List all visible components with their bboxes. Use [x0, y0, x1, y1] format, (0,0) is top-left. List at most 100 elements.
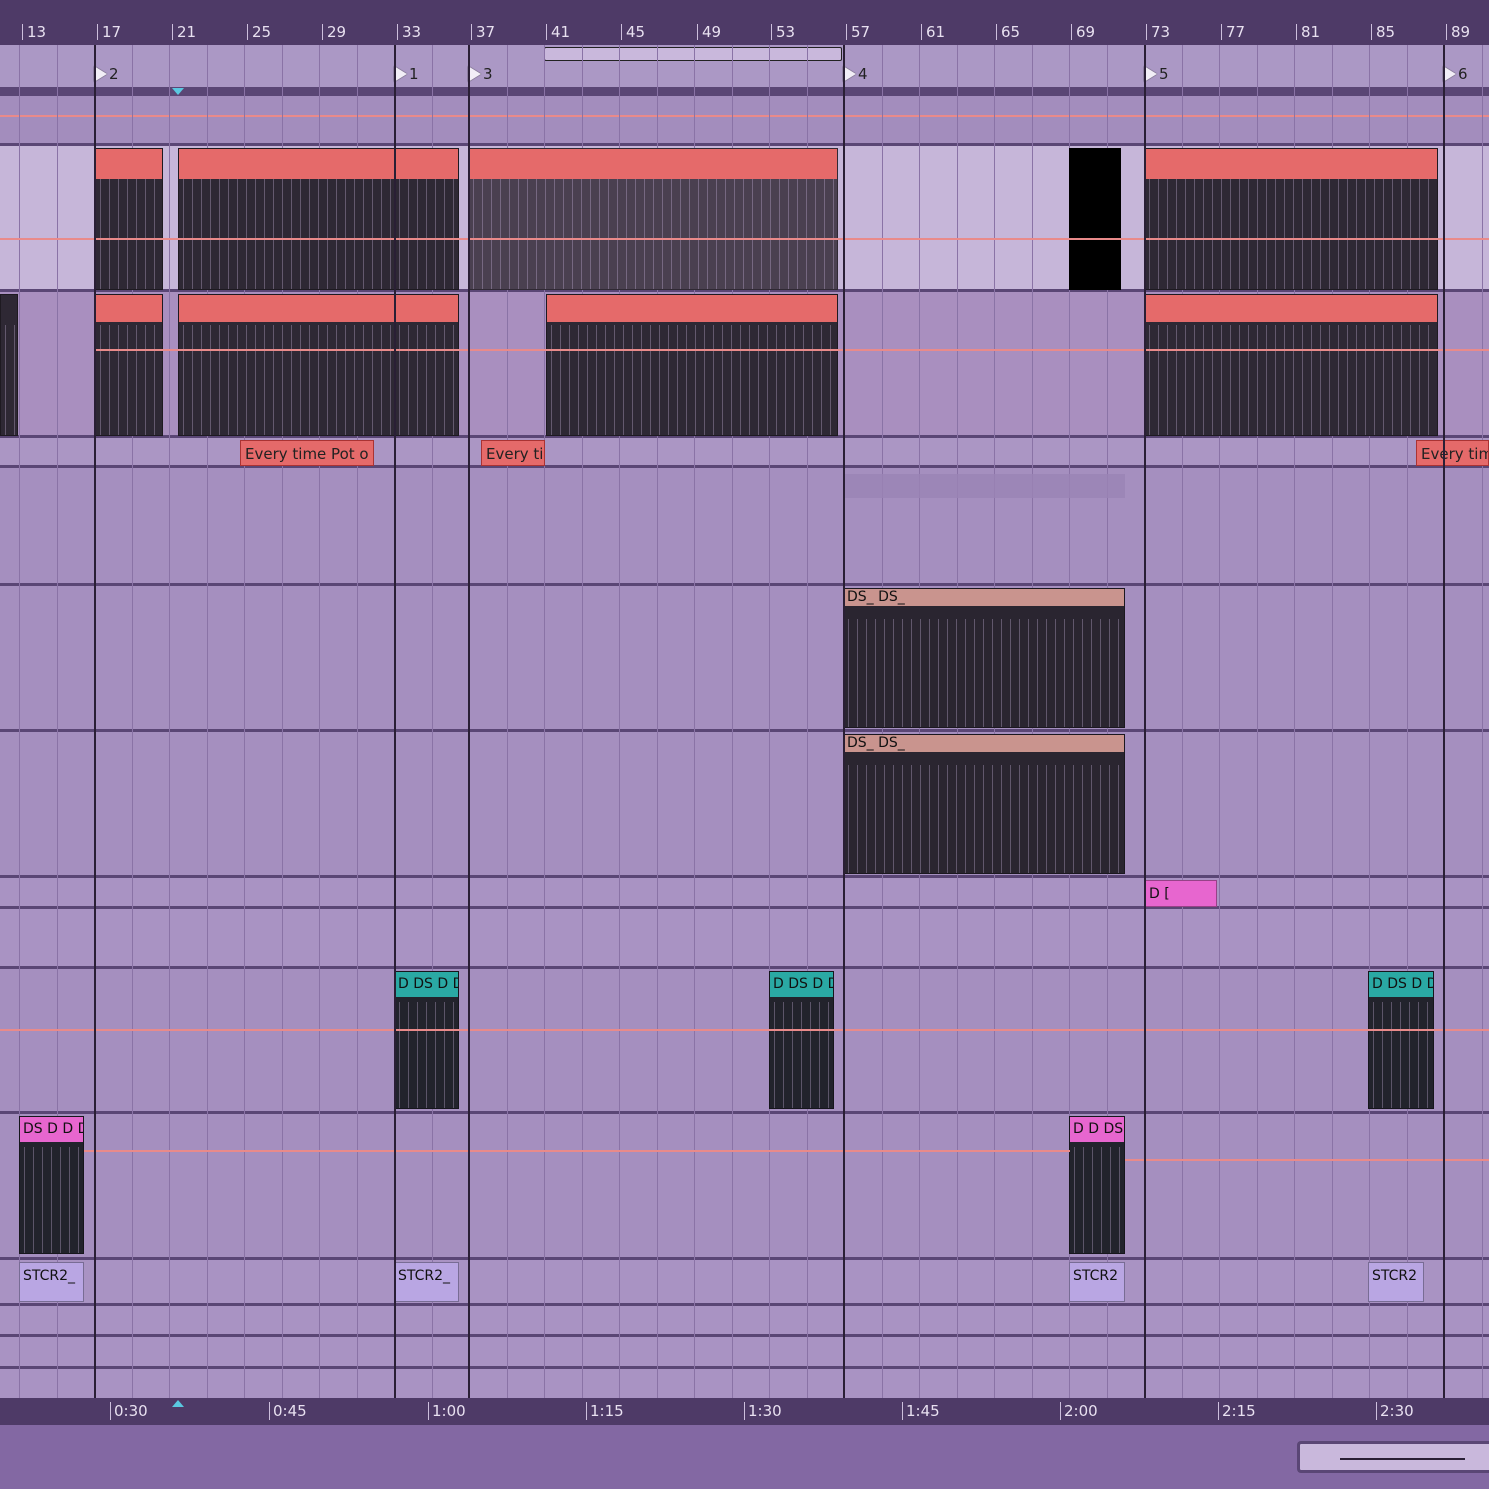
midi-clip[interactable]: STCR2: [1368, 1262, 1424, 1302]
clip-header[interactable]: [1145, 295, 1437, 322]
audio-clip[interactable]: D DS D D: [769, 971, 834, 1109]
waveform-slice: [1055, 765, 1056, 873]
bar-number: 61: [921, 24, 945, 40]
waveform-slice: [1311, 179, 1312, 289]
automation-line[interactable]: [1125, 1159, 1489, 1161]
track-lane[interactable]: [0, 969, 1489, 1114]
waveform-slice: [390, 179, 391, 289]
track-lane[interactable]: [0, 909, 1489, 969]
waveform-slice: [300, 325, 301, 435]
waveform-slice: [273, 325, 274, 435]
clip-header[interactable]: [179, 149, 458, 179]
audio-clip[interactable]: [546, 294, 838, 436]
waveform-slice: [551, 325, 552, 435]
waveform-slice: [983, 765, 984, 873]
locator[interactable]: 3: [468, 65, 493, 83]
waveform-slice: [689, 179, 690, 289]
track-lane[interactable]: [0, 878, 1489, 909]
midi-clip[interactable]: Every ti: [481, 440, 545, 466]
audio-clip[interactable]: [1144, 148, 1438, 290]
automation-line[interactable]: [0, 238, 1489, 240]
clip-header[interactable]: [547, 295, 837, 322]
waveform-slice: [69, 1147, 70, 1253]
waveform-slice: [1391, 1002, 1392, 1108]
waveform-slice: [929, 765, 930, 873]
waveform-slice: [801, 1002, 802, 1108]
track-lane[interactable]: [0, 438, 1489, 468]
clip-header[interactable]: [1145, 149, 1437, 179]
audio-clip[interactable]: [1144, 294, 1438, 436]
clip-header[interactable]: [179, 295, 458, 322]
locator[interactable]: 1: [394, 65, 419, 83]
audio-clip[interactable]: [468, 148, 838, 290]
clip-header[interactable]: DS_ DS_: [844, 589, 1124, 606]
track-lane[interactable]: [0, 468, 1489, 586]
waveform-slice: [183, 325, 184, 435]
waveform-slice: [1320, 325, 1321, 435]
waveform-slice: [1100, 619, 1101, 727]
track-lane[interactable]: [0, 586, 1489, 732]
waveform-slice: [1382, 1002, 1383, 1108]
automation-line[interactable]: [0, 1029, 1489, 1031]
audio-clip[interactable]: [1069, 148, 1121, 290]
waveform-slice: [1221, 325, 1222, 435]
waveform-slice: [1418, 1002, 1419, 1108]
clip-header[interactable]: [469, 149, 837, 179]
audio-clip[interactable]: [95, 148, 163, 290]
track-lane[interactable]: [0, 1369, 1489, 1398]
bar-number: 89: [1446, 24, 1470, 40]
waveform-slice: [1203, 179, 1204, 289]
track-lane[interactable]: [0, 1306, 1489, 1337]
midi-clip[interactable]: Every time Pot o: [240, 440, 374, 466]
waveform-slice: [761, 179, 762, 289]
audio-clip[interactable]: [178, 148, 459, 290]
bar-ruler[interactable]: 13 17 21 25 29 33 37 41 45 49 53 57 61 6…: [0, 0, 1489, 45]
waveform-slice: [779, 179, 780, 289]
track-lane[interactable]: [0, 1260, 1489, 1306]
loop-brace[interactable]: [544, 47, 842, 61]
waveform-slice: [1158, 325, 1159, 435]
arrangement-overview[interactable]: [1297, 1441, 1489, 1473]
waveform-slice: [33, 1147, 34, 1253]
waveform-slice: [774, 1002, 775, 1108]
audio-clip[interactable]: D DS D D: [394, 971, 459, 1109]
locator[interactable]: 6: [1443, 65, 1468, 83]
clip-header[interactable]: [96, 295, 162, 322]
locator[interactable]: 4: [843, 65, 868, 83]
track-lane[interactable]: [0, 96, 1489, 146]
midi-clip[interactable]: STCR2_: [19, 1262, 84, 1302]
audio-clip[interactable]: [178, 294, 459, 436]
audio-clip[interactable]: [0, 294, 18, 436]
clip-header[interactable]: DS_ DS_: [844, 735, 1124, 752]
audio-clip[interactable]: DS_ DS_: [843, 588, 1125, 728]
track-lane[interactable]: [0, 1114, 1489, 1260]
start-marker-icon[interactable]: [172, 88, 184, 95]
waveform-slice: [1176, 179, 1177, 289]
automation-line[interactable]: [84, 1150, 1070, 1152]
clip-header[interactable]: [96, 149, 162, 179]
waveform-slice: [1401, 325, 1402, 435]
waveform-slice: [902, 619, 903, 727]
locator[interactable]: 5: [1144, 65, 1169, 83]
waveform-slice: [1046, 619, 1047, 727]
track-lane[interactable]: [0, 732, 1489, 878]
time-ruler[interactable]: 0:30 0:45 1:00 1:15 1:30 1:45 2:00 2:15 …: [0, 1398, 1489, 1425]
waveform-slice: [1401, 179, 1402, 289]
locator[interactable]: 2: [94, 65, 119, 83]
waveform-slice: [590, 179, 591, 289]
waveform-slice: [659, 325, 660, 435]
start-marker-icon[interactable]: [172, 1400, 184, 1407]
waveform-slice: [1064, 619, 1065, 727]
automation-line[interactable]: [95, 349, 1489, 351]
audio-clip[interactable]: D DS D D: [1368, 971, 1434, 1109]
midi-clip[interactable]: STCR2_: [394, 1262, 459, 1302]
audio-clip[interactable]: D [: [1145, 880, 1217, 907]
automation-line[interactable]: [0, 115, 1489, 117]
midi-clip[interactable]: Every tim: [1416, 440, 1489, 466]
audio-clip[interactable]: DS D D D: [19, 1116, 84, 1254]
audio-clip[interactable]: [95, 294, 163, 436]
audio-clip[interactable]: D D DS: [1069, 1116, 1125, 1254]
midi-clip[interactable]: STCR2: [1069, 1262, 1125, 1302]
audio-clip[interactable]: DS_ DS_: [843, 734, 1125, 874]
track-lane[interactable]: [0, 1337, 1489, 1369]
